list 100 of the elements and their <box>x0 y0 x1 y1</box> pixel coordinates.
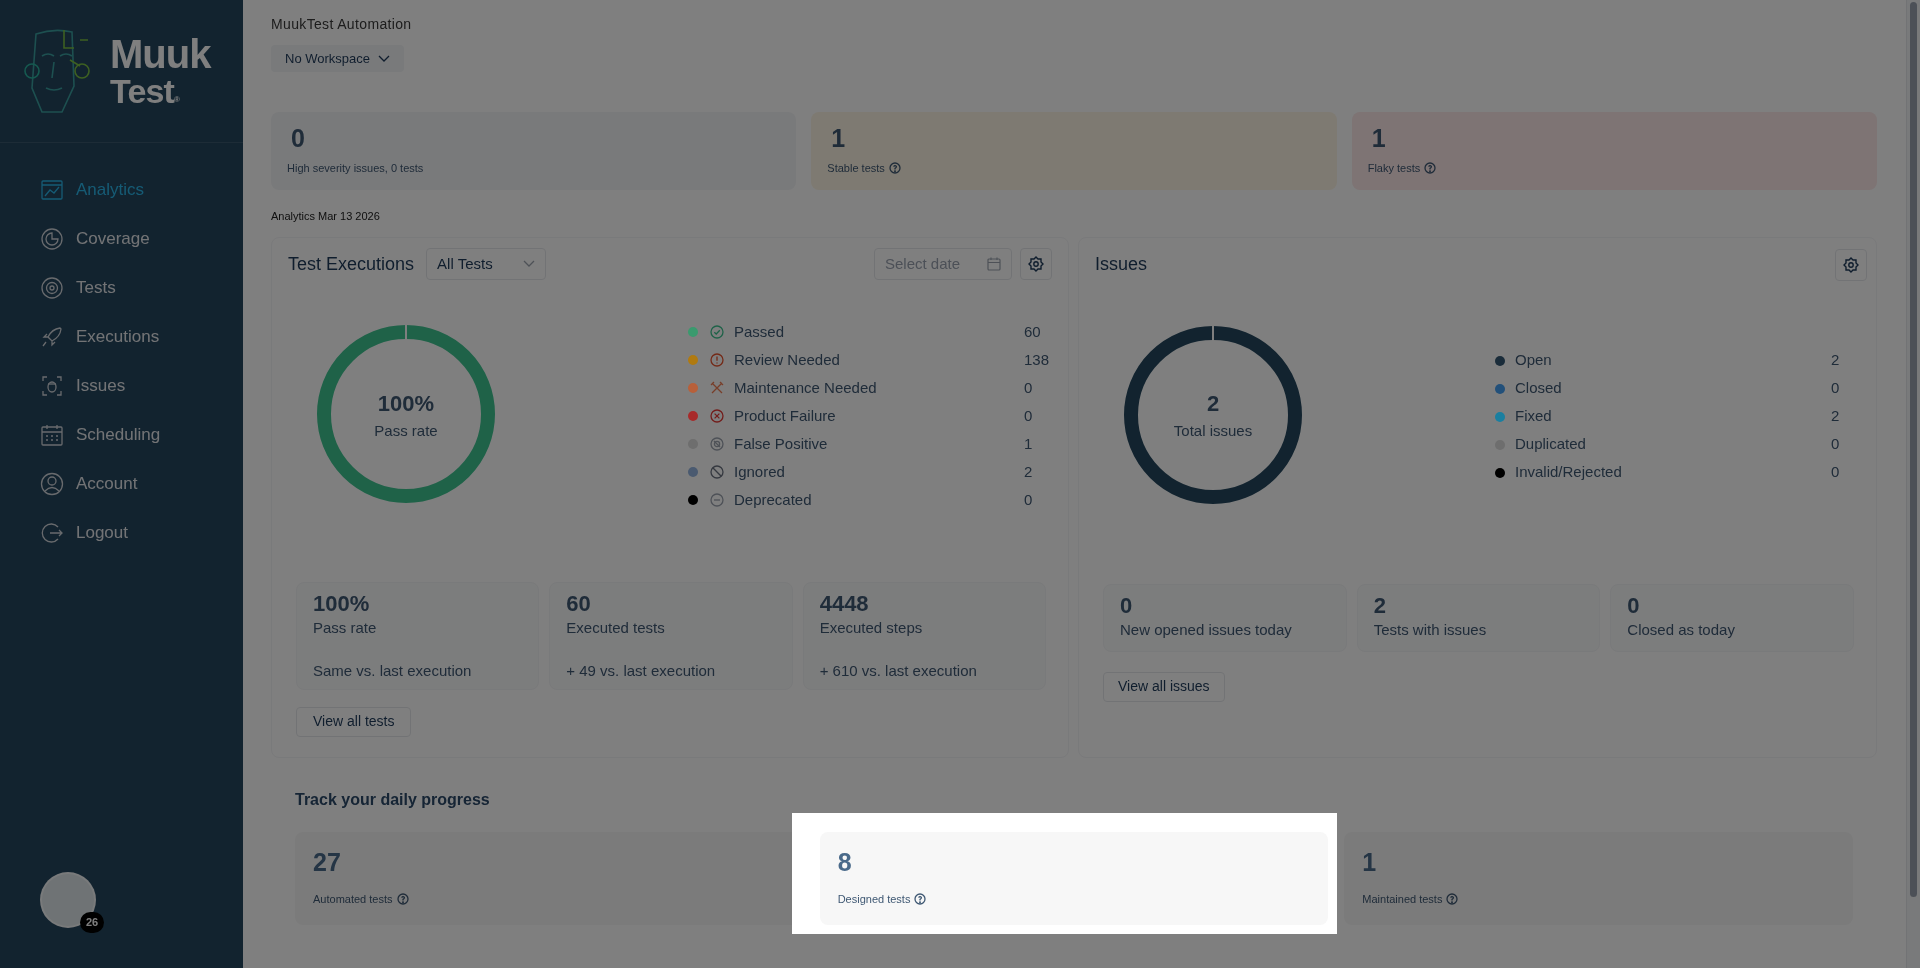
legend-label: Product Failure <box>734 406 836 427</box>
exclamation-circle-icon <box>710 353 724 368</box>
workspace-dropdown[interactable]: No Workspace <box>271 45 404 72</box>
bug-icon <box>40 373 64 398</box>
view-all-tests-button[interactable]: View all tests <box>296 706 412 737</box>
legend-value: 138 <box>1024 350 1051 371</box>
settings-button[interactable] <box>1835 248 1867 281</box>
section-title: Track your daily progress <box>295 789 491 810</box>
panel-title: Issues <box>1095 253 1148 276</box>
stat-comparison: + 49 vs. last execution <box>566 660 717 681</box>
progress-count: 27 <box>313 846 342 878</box>
legend-label: Passed <box>734 322 785 343</box>
legend-label: Review Needed <box>734 350 840 371</box>
help-icon <box>1424 161 1437 174</box>
rocket-icon <box>40 324 64 349</box>
legend-label: Maintenance Needed <box>734 378 877 399</box>
legend-label: Deprecated <box>734 490 812 511</box>
user-avatar[interactable] <box>40 872 96 928</box>
test-filter-dropdown[interactable]: All Tests <box>426 248 547 281</box>
legend-label: Closed <box>1515 378 1562 399</box>
logo-wordmark-top: Muuk <box>110 34 211 74</box>
summary-count: 1 <box>831 123 847 154</box>
summary-label: High severity issues, 0 tests <box>287 160 424 176</box>
legend-value: 0 <box>1831 378 1841 399</box>
scrollbar[interactable] <box>1906 0 1920 968</box>
stat-label: Executed steps <box>819 618 924 639</box>
nav-item[interactable]: Tests <box>0 263 243 312</box>
stat-value: 0 <box>1120 592 1134 619</box>
analytics-date: Analytics Mar 13 2026 <box>271 209 381 224</box>
app-title: MuukTest Automation <box>271 15 413 34</box>
progress-count: 1 <box>1362 846 1378 878</box>
tools-icon <box>710 381 724 396</box>
calendar-icon <box>40 422 64 447</box>
nav-item[interactable]: Logout <box>0 508 243 557</box>
nav-item[interactable]: Issues <box>0 361 243 410</box>
calendar-icon <box>987 257 1001 272</box>
progress-label: Maintained tests <box>1362 892 1443 907</box>
chevron-down-icon <box>523 260 536 269</box>
stat-label: Tests with issues <box>1373 619 1488 640</box>
nav-item[interactable]: Coverage <box>0 214 243 263</box>
legend-label: Ignored <box>734 462 785 483</box>
legend-label: Invalid/Rejected <box>1515 462 1622 483</box>
notification-count-badge: 26 <box>80 912 105 933</box>
donut-value: 2 <box>1206 389 1220 418</box>
settings-icon <box>1843 256 1859 273</box>
donut-value: 100% <box>377 389 435 418</box>
help-icon <box>888 161 901 174</box>
donut-label: Pass rate <box>374 420 438 441</box>
nav-item[interactable]: Executions <box>0 312 243 361</box>
chevron-down-icon <box>378 54 390 63</box>
legend-label: Open <box>1515 350 1552 371</box>
nav-item[interactable]: Analytics <box>0 165 243 214</box>
legend-value: 0 <box>1831 462 1841 483</box>
settings-button[interactable] <box>1020 248 1052 281</box>
legend-value: 2 <box>1831 406 1841 427</box>
ban-icon <box>710 465 724 480</box>
donut-label: Total issues <box>1173 420 1253 441</box>
legend-label: Fixed <box>1515 406 1552 427</box>
stat-comparison: Same vs. last execution <box>313 660 473 681</box>
stat-label: Pass rate <box>313 618 378 639</box>
legend-value: 0 <box>1831 434 1841 455</box>
legend-value: 60 <box>1024 322 1042 343</box>
stat-value: 60 <box>566 591 592 618</box>
chart-icon <box>40 177 64 202</box>
stat-value: 0 <box>1627 592 1641 619</box>
stat-value: 100% <box>313 591 371 618</box>
view-all-issues-button[interactable]: View all issues <box>1103 671 1225 702</box>
legend-value: 1 <box>1024 434 1034 455</box>
summary-count: 1 <box>1371 123 1387 154</box>
nav-item[interactable]: Scheduling <box>0 410 243 459</box>
progress-count: 8 <box>837 846 853 878</box>
stat-value: 2 <box>1373 592 1387 619</box>
help-icon <box>396 893 409 906</box>
stat-value: 4448 <box>819 591 870 618</box>
nav-item[interactable]: Account <box>0 459 243 508</box>
user-icon <box>40 471 64 496</box>
stat-label: Executed tests <box>566 618 666 639</box>
legend-label: Duplicated <box>1515 434 1586 455</box>
help-icon <box>1446 893 1459 906</box>
summary-label: Stable tests <box>827 160 885 176</box>
x-circle-icon <box>710 409 724 424</box>
slashed-circle-icon <box>710 437 724 452</box>
legend-value: 2 <box>1831 350 1841 371</box>
minus-circle-icon <box>710 493 724 508</box>
progress-label: Designed tests <box>837 892 911 907</box>
summary-count: 0 <box>291 123 306 154</box>
panel-title: Test Executions <box>288 252 415 276</box>
legend-value: 0 <box>1024 490 1034 511</box>
progress-label: Automated tests <box>313 892 393 907</box>
check-circle-icon <box>710 325 724 340</box>
legend-value: 0 <box>1024 378 1034 399</box>
help-icon <box>914 893 927 906</box>
stat-label: Closed as today <box>1627 619 1736 640</box>
registered-mark: ® <box>174 96 180 104</box>
stat-comparison: + 610 vs. last execution <box>819 660 978 681</box>
pie-chart-icon <box>40 226 64 251</box>
legend-label: False Positive <box>734 434 828 455</box>
summary-label: Flaky tests <box>1367 160 1421 176</box>
stat-label: New opened issues today <box>1120 619 1293 640</box>
logout-icon <box>40 520 64 545</box>
